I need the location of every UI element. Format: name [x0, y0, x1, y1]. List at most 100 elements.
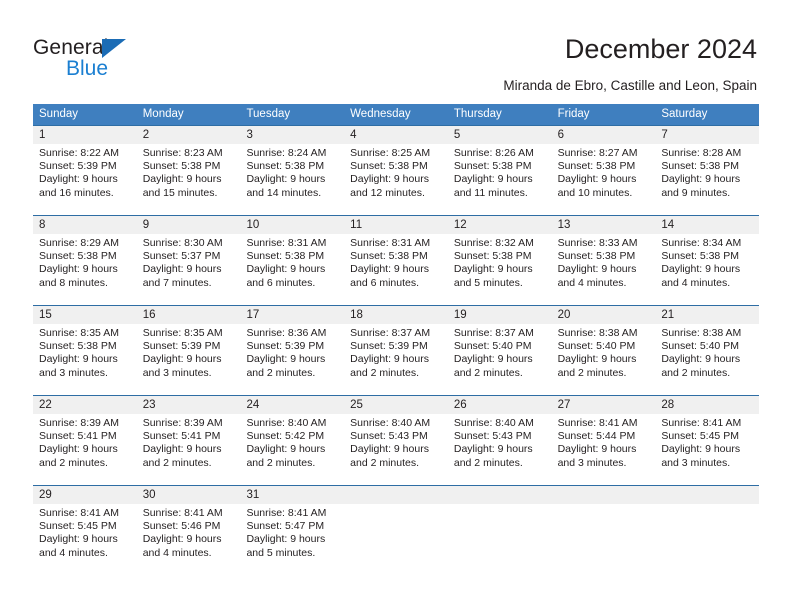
calendar-day-cell[interactable]: 14 Sunrise: 8:34 AM Sunset: 5:38 PM Dayl… [655, 216, 759, 305]
page-title: December 2024 [564, 34, 757, 64]
calendar-week-row: 1 Sunrise: 8:22 AM Sunset: 5:39 PM Dayli… [33, 125, 759, 215]
calendar-day-cell-empty [344, 486, 448, 575]
daylight-text-line1: Daylight: 9 hours [661, 443, 741, 456]
calendar-day-cell[interactable]: 28 Sunrise: 8:41 AM Sunset: 5:45 PM Dayl… [655, 396, 759, 485]
calendar-day-cell[interactable]: 4 Sunrise: 8:25 AM Sunset: 5:38 PM Dayli… [344, 126, 448, 215]
sunrise-text: Sunrise: 8:29 AM [39, 237, 119, 249]
day-number: 10 [246, 219, 260, 231]
day-number: 21 [661, 309, 675, 321]
daylight-text-line2: and 2 minutes. [246, 456, 316, 469]
daylight-text-line1: Daylight: 9 hours [350, 443, 429, 456]
day-number: 2 [142, 129, 150, 141]
sunset-text: Sunset: 5:38 PM [453, 160, 532, 173]
sunrise-text: Sunrise: 8:41 AM [557, 417, 638, 429]
daylight-text-line2: and 12 minutes. [350, 186, 425, 199]
sunset-text: Sunset: 5:39 PM [350, 340, 428, 353]
daylight-text-line1: Daylight: 9 hours [557, 353, 637, 366]
calendar-day-cell[interactable]: 1 Sunrise: 8:22 AM Sunset: 5:39 PM Dayli… [33, 126, 137, 215]
sunset-text: Sunset: 5:38 PM [350, 160, 428, 173]
calendar-day-cell[interactable]: 23 Sunrise: 8:39 AM Sunset: 5:41 PM Dayl… [137, 396, 241, 485]
calendar-day-cell[interactable]: 19 Sunrise: 8:37 AM Sunset: 5:40 PM Dayl… [448, 306, 552, 395]
weekday-header-monday: Monday [142, 108, 184, 120]
sunrise-text: Sunrise: 8:40 AM [453, 417, 534, 429]
daylight-text-line1: Daylight: 9 hours [246, 263, 326, 276]
day-number: 8 [39, 219, 46, 231]
daylight-text-line1: Daylight: 9 hours [246, 533, 326, 546]
calendar-day-cell[interactable]: 11 Sunrise: 8:31 AM Sunset: 5:38 PM Dayl… [344, 216, 448, 305]
calendar-day-cell[interactable]: 21 Sunrise: 8:38 AM Sunset: 5:40 PM Dayl… [655, 306, 759, 395]
calendar-day-cell[interactable]: 3 Sunrise: 8:24 AM Sunset: 5:38 PM Dayli… [240, 126, 344, 215]
calendar-day-cell[interactable]: 16 Sunrise: 8:35 AM Sunset: 5:39 PM Dayl… [137, 306, 241, 395]
sunset-text: Sunset: 5:38 PM [246, 250, 325, 263]
daylight-text-line2: and 3 minutes. [557, 456, 627, 469]
calendar-day-cell[interactable]: 24 Sunrise: 8:40 AM Sunset: 5:42 PM Dayl… [240, 396, 344, 485]
day-number: 18 [350, 309, 363, 321]
daylight-text-line2: and 3 minutes. [661, 456, 731, 469]
day-number: 1 [39, 129, 46, 141]
calendar-day-cell[interactable]: 9 Sunrise: 8:30 AM Sunset: 5:37 PM Dayli… [137, 216, 241, 305]
calendar-day-cell[interactable]: 7 Sunrise: 8:28 AM Sunset: 5:38 PM Dayli… [655, 126, 759, 215]
sunset-text: Sunset: 5:43 PM [453, 430, 532, 443]
day-number [350, 486, 445, 504]
week-body: 29 Sunrise: 8:41 AM Sunset: 5:45 PM Dayl… [33, 486, 759, 575]
day-number: 7 [661, 129, 668, 141]
calendar-day-cell[interactable]: 26 Sunrise: 8:40 AM Sunset: 5:43 PM Dayl… [448, 396, 552, 485]
daylight-text-line2: and 3 minutes. [39, 366, 108, 379]
calendar-day-cell[interactable]: 25 Sunrise: 8:40 AM Sunset: 5:43 PM Dayl… [344, 396, 448, 485]
calendar-day-cell[interactable]: 22 Sunrise: 8:39 AM Sunset: 5:41 PM Dayl… [33, 396, 137, 485]
calendar-day-cell[interactable]: 13 Sunrise: 8:33 AM Sunset: 5:38 PM Dayl… [552, 216, 656, 305]
sunset-text: Sunset: 5:47 PM [246, 520, 325, 533]
sunrise-text: Sunrise: 8:39 AM [39, 417, 119, 429]
day-number: 11 [350, 219, 363, 231]
daylight-text-line2: and 2 minutes. [453, 456, 523, 469]
general-blue-logo[interactable]: General Blue [33, 36, 163, 88]
day-number: 22 [39, 399, 52, 411]
calendar-page: General Blue December 2024 Miranda de Eb… [0, 0, 792, 612]
calendar-day-cell[interactable]: 2 Sunrise: 8:23 AM Sunset: 5:38 PM Dayli… [137, 126, 241, 215]
sunset-text: Sunset: 5:38 PM [453, 250, 532, 263]
sunrise-text: Sunrise: 8:41 AM [661, 417, 742, 429]
day-details: Sunrise: 8:25 AM Sunset: 5:38 PM Dayligh… [350, 147, 445, 200]
calendar-day-cell[interactable]: 8 Sunrise: 8:29 AM Sunset: 5:38 PM Dayli… [33, 216, 137, 305]
day-number: 17 [246, 309, 260, 321]
calendar-day-cell[interactable]: 20 Sunrise: 8:38 AM Sunset: 5:40 PM Dayl… [552, 306, 656, 395]
sunset-text: Sunset: 5:43 PM [350, 430, 428, 443]
day-number: 3 [246, 129, 253, 141]
day-details: Sunrise: 8:23 AM Sunset: 5:38 PM Dayligh… [143, 147, 238, 200]
logo-text-blue: Blue [66, 57, 109, 80]
calendar-day-cell[interactable]: 12 Sunrise: 8:32 AM Sunset: 5:38 PM Dayl… [448, 216, 552, 305]
day-details: Sunrise: 8:30 AM Sunset: 5:37 PM Dayligh… [143, 237, 238, 290]
calendar-week-row: 15 Sunrise: 8:35 AM Sunset: 5:38 PM Dayl… [33, 305, 759, 395]
sunrise-text: Sunrise: 8:41 AM [39, 507, 119, 519]
sunset-text: Sunset: 5:38 PM [661, 250, 739, 263]
daylight-text-line1: Daylight: 9 hours [142, 173, 222, 186]
day-number: 23 [142, 399, 156, 411]
calendar-day-cell[interactable]: 10 Sunrise: 8:31 AM Sunset: 5:38 PM Dayl… [240, 216, 344, 305]
daylight-text-line1: Daylight: 9 hours [142, 533, 222, 546]
calendar-week-row: 8 Sunrise: 8:29 AM Sunset: 5:38 PM Dayli… [33, 215, 759, 305]
day-details: Sunrise: 8:37 AM Sunset: 5:40 PM Dayligh… [454, 327, 549, 380]
daylight-text-line1: Daylight: 9 hours [246, 443, 326, 456]
calendar-day-cell[interactable]: 6 Sunrise: 8:27 AM Sunset: 5:38 PM Dayli… [552, 126, 656, 215]
week-body: 22 Sunrise: 8:39 AM Sunset: 5:41 PM Dayl… [33, 396, 759, 485]
calendar-day-cell[interactable]: 18 Sunrise: 8:37 AM Sunset: 5:39 PM Dayl… [344, 306, 448, 395]
sunset-text: Sunset: 5:39 PM [142, 340, 221, 353]
daylight-text-line1: Daylight: 9 hours [142, 443, 222, 456]
daylight-text-line1: Daylight: 9 hours [453, 353, 533, 366]
sunset-text: Sunset: 5:45 PM [39, 520, 117, 533]
daylight-text-line2: and 6 minutes. [350, 276, 420, 289]
calendar-day-cell[interactable]: 15 Sunrise: 8:35 AM Sunset: 5:38 PM Dayl… [33, 306, 137, 395]
calendar-day-cell[interactable]: 31 Sunrise: 8:41 AM Sunset: 5:47 PM Dayl… [240, 486, 344, 575]
sunrise-text: Sunrise: 8:31 AM [350, 237, 431, 249]
daylight-text-line2: and 4 minutes. [661, 276, 731, 289]
calendar-day-cell[interactable]: 5 Sunrise: 8:26 AM Sunset: 5:38 PM Dayli… [448, 126, 552, 215]
calendar-day-cell[interactable]: 30 Sunrise: 8:41 AM Sunset: 5:46 PM Dayl… [137, 486, 241, 575]
daylight-text-line1: Daylight: 9 hours [39, 443, 118, 456]
calendar-day-cell[interactable]: 17 Sunrise: 8:36 AM Sunset: 5:39 PM Dayl… [240, 306, 344, 395]
sunrise-text: Sunrise: 8:24 AM [246, 147, 327, 159]
sunrise-text: Sunrise: 8:28 AM [661, 147, 742, 159]
calendar-day-cell[interactable]: 29 Sunrise: 8:41 AM Sunset: 5:45 PM Dayl… [33, 486, 137, 575]
calendar-day-cell[interactable]: 27 Sunrise: 8:41 AM Sunset: 5:44 PM Dayl… [552, 396, 656, 485]
daylight-text-line1: Daylight: 9 hours [142, 353, 222, 366]
sunset-text: Sunset: 5:40 PM [557, 340, 636, 353]
